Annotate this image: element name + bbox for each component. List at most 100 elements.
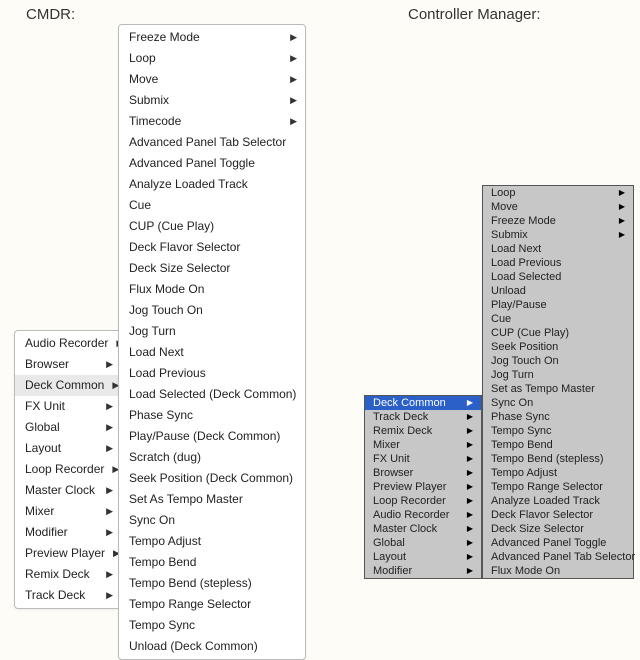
- cm-sub-item[interactable]: Load Next: [483, 242, 633, 256]
- cm-sub-item[interactable]: Flux Mode On: [483, 564, 633, 578]
- cmdr-category-item[interactable]: Audio Recorder▶: [15, 333, 121, 354]
- cm-sub-item-label: Flux Mode On: [491, 564, 560, 578]
- cmdr-sub-item[interactable]: Advanced Panel Tab Selector: [119, 132, 305, 153]
- cmdr-category-item[interactable]: Global▶: [15, 417, 121, 438]
- cmdr-sub-item[interactable]: Scratch (dug): [119, 447, 305, 468]
- cmdr-sub-item[interactable]: Load Previous: [119, 363, 305, 384]
- cmdr-sub-item[interactable]: Play/Pause (Deck Common): [119, 426, 305, 447]
- cm-sub-item[interactable]: Jog Turn: [483, 368, 633, 382]
- cm-sub-item[interactable]: Deck Size Selector: [483, 522, 633, 536]
- cmdr-sub-item[interactable]: Tempo Sync: [119, 615, 305, 636]
- cm-category-item[interactable]: FX Unit▶: [365, 452, 481, 466]
- cm-sub-item[interactable]: Load Previous: [483, 256, 633, 270]
- cmdr-category-item[interactable]: Modifier▶: [15, 522, 121, 543]
- cmdr-category-item-label: Modifier: [25, 524, 68, 541]
- cmdr-category-item[interactable]: Loop Recorder▶: [15, 459, 121, 480]
- cm-sub-item-label: Play/Pause: [491, 298, 547, 312]
- cmdr-sub-item[interactable]: Move▶: [119, 69, 305, 90]
- cmdr-sub-item-label: Deck Size Selector: [129, 260, 230, 277]
- cmdr-category-item[interactable]: Browser▶: [15, 354, 121, 375]
- submenu-arrow-icon: ▶: [467, 424, 473, 438]
- cm-sub-item[interactable]: Loop▶: [483, 186, 633, 200]
- cm-sub-item[interactable]: Tempo Range Selector: [483, 480, 633, 494]
- cmdr-sub-item[interactable]: Timecode▶: [119, 111, 305, 132]
- cmdr-sub-item[interactable]: Set As Tempo Master: [119, 489, 305, 510]
- cmdr-sub-item[interactable]: Tempo Adjust: [119, 531, 305, 552]
- cm-sub-item[interactable]: Submix▶: [483, 228, 633, 242]
- cmdr-sub-item[interactable]: Jog Turn: [119, 321, 305, 342]
- cmdr-deck-common-submenu[interactable]: Freeze Mode▶Loop▶Move▶Submix▶Timecode▶Ad…: [118, 24, 306, 660]
- cm-sub-item[interactable]: Cue: [483, 312, 633, 326]
- cmdr-sub-item[interactable]: Sync On: [119, 510, 305, 531]
- cmdr-category-item[interactable]: Master Clock▶: [15, 480, 121, 501]
- cm-sub-item[interactable]: Play/Pause: [483, 298, 633, 312]
- cmdr-sub-item[interactable]: Load Next: [119, 342, 305, 363]
- cm-category-item[interactable]: Loop Recorder▶: [365, 494, 481, 508]
- cm-sub-item[interactable]: Phase Sync: [483, 410, 633, 424]
- cmdr-sub-item[interactable]: Tempo Bend: [119, 552, 305, 573]
- cmdr-sub-item[interactable]: Unload (Deck Common): [119, 636, 305, 657]
- cm-category-item-label: Loop Recorder: [373, 494, 446, 508]
- cm-sub-item-label: Deck Size Selector: [491, 522, 584, 536]
- cmdr-category-menu[interactable]: Audio Recorder▶Browser▶Deck Common▶FX Un…: [14, 330, 122, 609]
- cm-sub-item[interactable]: Advanced Panel Toggle: [483, 536, 633, 550]
- cmdr-sub-item[interactable]: Deck Size Selector: [119, 258, 305, 279]
- cmdr-sub-item[interactable]: Flux Mode On: [119, 279, 305, 300]
- cm-sub-item[interactable]: Set as Tempo Master: [483, 382, 633, 396]
- cm-category-item[interactable]: Browser▶: [365, 466, 481, 480]
- cm-sub-item[interactable]: Analyze Loaded Track: [483, 494, 633, 508]
- cm-category-item[interactable]: Track Deck▶: [365, 410, 481, 424]
- cm-deck-common-submenu[interactable]: Loop▶Move▶Freeze Mode▶Submix▶Load NextLo…: [482, 185, 634, 579]
- cm-sub-item[interactable]: Tempo Adjust: [483, 466, 633, 480]
- cm-sub-item[interactable]: Move▶: [483, 200, 633, 214]
- cm-sub-item[interactable]: Sync On: [483, 396, 633, 410]
- cmdr-category-item-label: Preview Player: [25, 545, 105, 562]
- cmdr-sub-item[interactable]: Freeze Mode▶: [119, 27, 305, 48]
- cm-sub-item[interactable]: Freeze Mode▶: [483, 214, 633, 228]
- cm-sub-item[interactable]: CUP (Cue Play): [483, 326, 633, 340]
- cmdr-sub-item-label: Unload (Deck Common): [129, 638, 258, 655]
- cmdr-sub-item[interactable]: Cue: [119, 195, 305, 216]
- cmdr-sub-item[interactable]: Load Selected (Deck Common): [119, 384, 305, 405]
- cm-category-item[interactable]: Master Clock▶: [365, 522, 481, 536]
- cmdr-sub-item[interactable]: Tempo Bend (stepless): [119, 573, 305, 594]
- cm-category-item[interactable]: Preview Player▶: [365, 480, 481, 494]
- cm-sub-item[interactable]: Advanced Panel Tab Selector: [483, 550, 633, 564]
- cm-category-item[interactable]: Deck Common▶: [365, 396, 481, 410]
- cm-category-item[interactable]: Remix Deck▶: [365, 424, 481, 438]
- cm-category-item[interactable]: Mixer▶: [365, 438, 481, 452]
- cmdr-category-item[interactable]: Preview Player▶: [15, 543, 121, 564]
- cmdr-category-item[interactable]: Track Deck▶: [15, 585, 121, 606]
- cmdr-sub-item[interactable]: Tempo Range Selector: [119, 594, 305, 615]
- cmdr-sub-item[interactable]: Analyze Loaded Track: [119, 174, 305, 195]
- cmdr-sub-item[interactable]: CUP (Cue Play): [119, 216, 305, 237]
- cm-sub-item[interactable]: Unload: [483, 284, 633, 298]
- cmdr-sub-item-label: Load Next: [129, 344, 184, 361]
- cmdr-category-item[interactable]: Layout▶: [15, 438, 121, 459]
- cm-category-item[interactable]: Layout▶: [365, 550, 481, 564]
- cmdr-sub-item[interactable]: Advanced Panel Toggle: [119, 153, 305, 174]
- cm-sub-item[interactable]: Load Selected: [483, 270, 633, 284]
- cmdr-category-item[interactable]: Remix Deck▶: [15, 564, 121, 585]
- cmdr-sub-item[interactable]: Submix▶: [119, 90, 305, 111]
- cm-category-item[interactable]: Audio Recorder▶: [365, 508, 481, 522]
- cmdr-sub-item[interactable]: Phase Sync: [119, 405, 305, 426]
- cm-sub-item[interactable]: Tempo Sync: [483, 424, 633, 438]
- cm-sub-item[interactable]: Seek Position: [483, 340, 633, 354]
- cm-category-item[interactable]: Modifier▶: [365, 564, 481, 578]
- cm-sub-item[interactable]: Tempo Bend (stepless): [483, 452, 633, 466]
- cm-sub-item[interactable]: Tempo Bend: [483, 438, 633, 452]
- cm-sub-item[interactable]: Deck Flavor Selector: [483, 508, 633, 522]
- cmdr-sub-item[interactable]: Seek Position (Deck Common): [119, 468, 305, 489]
- cm-category-item[interactable]: Global▶: [365, 536, 481, 550]
- cm-sub-item[interactable]: Jog Touch On: [483, 354, 633, 368]
- cmdr-sub-item[interactable]: Jog Touch On: [119, 300, 305, 321]
- cmdr-sub-item-label: Move: [129, 71, 158, 88]
- cmdr-category-item[interactable]: Deck Common▶: [15, 375, 121, 396]
- cmdr-sub-item[interactable]: Loop▶: [119, 48, 305, 69]
- cmdr-category-item[interactable]: FX Unit▶: [15, 396, 121, 417]
- submenu-arrow-icon: ▶: [467, 438, 473, 452]
- cmdr-sub-item[interactable]: Deck Flavor Selector: [119, 237, 305, 258]
- cm-category-menu[interactable]: Deck Common▶Track Deck▶Remix Deck▶Mixer▶…: [364, 395, 482, 579]
- cmdr-category-item[interactable]: Mixer▶: [15, 501, 121, 522]
